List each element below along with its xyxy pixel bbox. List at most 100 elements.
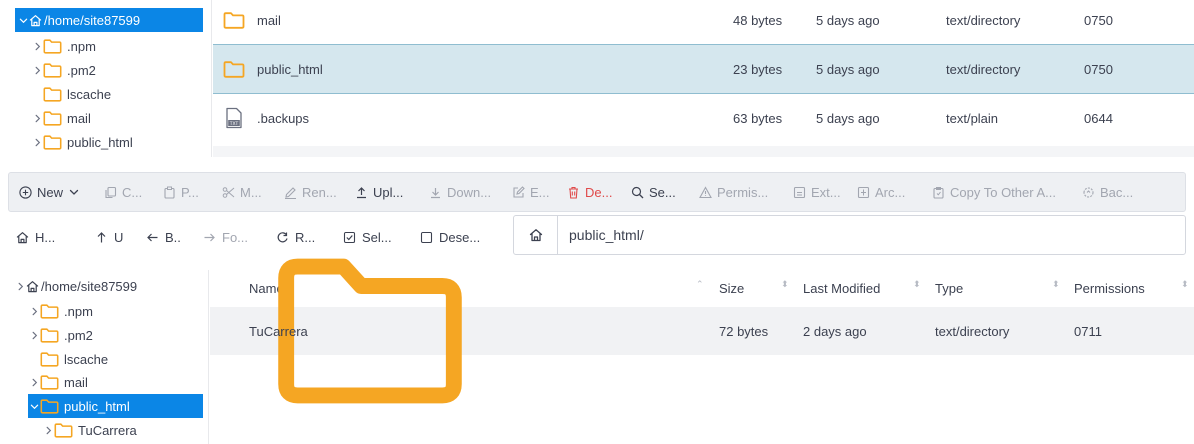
chevron-right-icon[interactable] [31,66,43,75]
folder-icon [40,304,59,319]
tree-item-pm2[interactable]: .pm2 [31,58,96,82]
upload-icon [355,186,368,199]
tree-item-label: .npm [67,38,96,54]
sort-icon[interactable]: ⬍ [1052,280,1060,289]
tree-item-lscache[interactable]: lscache [40,347,108,371]
chevron-right-icon[interactable] [28,331,40,340]
row-modified: 2 days ago [803,323,867,339]
copy-button[interactable]: C... [104,173,142,211]
column-type[interactable]: Type [935,270,963,306]
paste-button-label: P... [181,184,199,200]
column-permissions[interactable]: Permissions [1074,270,1145,306]
file-row[interactable]: TXT .backups 63 bytes 5 days ago text/pl… [213,94,1194,142]
new-button[interactable]: New [19,173,79,211]
tree-item-npm[interactable]: .npm [31,34,96,58]
search-button[interactable]: Se... [631,173,676,211]
chevron-right-icon[interactable] [14,282,26,291]
home-button-label: H... [35,229,56,245]
delete-button[interactable]: De... [567,173,612,211]
tree-item-mail[interactable]: mail [28,370,88,394]
move-button[interactable]: M... [222,173,262,211]
arrow-right-icon [203,231,216,244]
deselect-all-label: Dese... [439,229,481,245]
reload-button-label: R... [295,229,316,245]
chevron-right-icon[interactable] [28,307,40,316]
upload-button[interactable]: Upl... [355,173,403,211]
select-all-button[interactable]: Sel... [343,220,392,254]
tree-item-label: .pm2 [64,327,93,343]
sort-icon[interactable]: ⬍ [781,280,789,289]
sort-icon[interactable]: ⌃ [696,280,704,289]
tree-root-item[interactable]: /home/site87599 [15,8,203,32]
svg-text:TXT: TXT [229,121,239,127]
file-name: mail [257,12,281,28]
up-button[interactable]: U [95,220,123,254]
archive-button[interactable]: Arc... [857,173,905,211]
extract-button[interactable]: Ext... [793,173,841,211]
move-button-label: M... [240,184,262,200]
back-button[interactable]: B.. [146,220,181,254]
tree-item-lscache[interactable]: lscache [43,82,111,106]
arrow-up-icon [95,231,108,244]
toolbar: New C... P... M... Ren... Upl... Down...… [8,172,1186,212]
chevron-right-icon[interactable] [31,138,43,147]
tree-item-public-html[interactable]: public_html [28,394,203,418]
folder-icon [43,111,62,126]
chevron-right-icon[interactable] [31,114,43,123]
home-button[interactable]: H... [16,220,55,254]
forward-button-label: Fo... [222,229,249,245]
chevron-right-icon[interactable] [31,42,43,51]
chevron-right-icon[interactable] [28,378,40,387]
bottom-folder-tree: /home/site87599 .npm .pm2 lscache mail p… [0,270,210,444]
edit-button[interactable]: E... [512,173,550,211]
tree-root-item[interactable]: /home/site87599 [14,274,137,298]
tree-item-tucarrera[interactable]: TuCarrera [42,418,137,442]
copy-icon [104,186,117,199]
rename-button[interactable]: Ren... [284,173,337,211]
folder-icon [43,135,62,150]
tree-item-mail[interactable]: mail [31,106,91,130]
file-type: text/plain [946,110,999,126]
pane-divider [208,270,209,444]
sort-icon[interactable]: ⬍ [1181,280,1189,289]
select-all-label: Sel... [362,229,392,245]
warning-icon [699,185,712,199]
edit-button-label: E... [530,184,550,200]
file-row[interactable]: mail 48 bytes 5 days ago text/directory … [213,0,1194,44]
permissions-button[interactable]: Permis... [699,173,768,211]
table-row[interactable]: TuCarrera 72 bytes 2 days ago text/direc… [210,307,1194,355]
file-perms: 0750 [1084,61,1113,77]
plus-circle-icon [19,185,32,199]
file-row-selected[interactable]: public_html 23 bytes 5 days ago text/dir… [213,44,1194,94]
download-button[interactable]: Down... [429,173,491,211]
forward-button[interactable]: Fo... [203,220,248,254]
path-input[interactable]: public_html/ [558,227,644,243]
deselect-all-button[interactable]: Dese... [420,220,480,254]
folder-icon [43,87,62,102]
extract-icon [793,186,806,199]
path-home-button[interactable] [514,216,558,254]
column-size[interactable]: Size [719,270,744,306]
download-icon [429,186,442,199]
trash-icon [567,186,580,199]
backup-icon [1082,186,1095,199]
sort-icon[interactable]: ⬍ [913,280,921,289]
tree-item-label: mail [67,110,91,126]
column-last-modified[interactable]: Last Modified [803,270,880,306]
tree-item-label: .npm [64,303,93,319]
chevron-down-icon[interactable] [28,402,40,411]
tree-item-pm2[interactable]: .pm2 [28,323,93,347]
upload-button-label: Upl... [373,184,404,200]
chevron-down-icon[interactable] [17,16,29,25]
backup-button[interactable]: Bac... [1082,173,1133,211]
tree-item-public-html[interactable]: public_html [31,130,133,154]
clipboard-icon [932,186,945,199]
paste-button[interactable]: P... [163,173,199,211]
copy-to-other-account-button[interactable]: Copy To Other A... [932,173,1056,211]
row-size: 72 bytes [719,323,769,339]
tree-item-npm[interactable]: .npm [28,299,93,323]
chevron-right-icon[interactable] [42,426,54,435]
new-button-label: New [37,184,64,200]
copy-to-other-label: Copy To Other A... [950,184,1056,200]
reload-button[interactable]: R... [276,220,315,254]
